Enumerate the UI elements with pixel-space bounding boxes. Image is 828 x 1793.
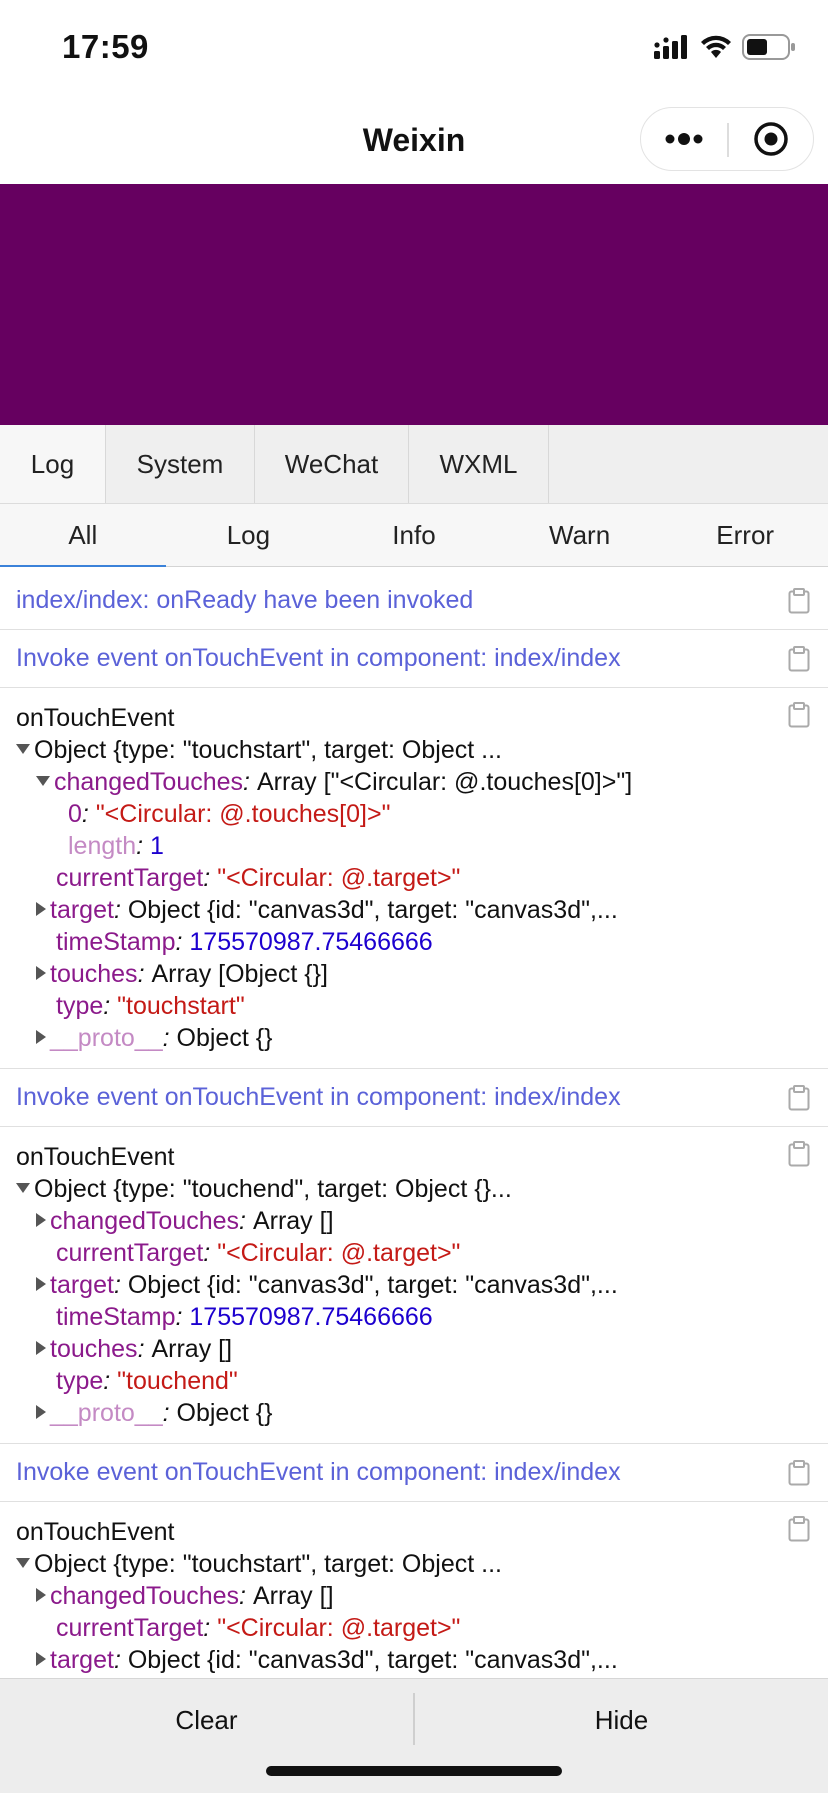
filter-all[interactable]: All bbox=[0, 504, 166, 567]
object-summary[interactable]: Object {type: "touchstart", target: Obje… bbox=[16, 734, 828, 766]
prop-index-0: 0: "<Circular: @.touches[0]>" bbox=[68, 800, 391, 828]
prop-touches[interactable]: touches: Array [] bbox=[16, 1333, 828, 1365]
prop-touches[interactable]: touches: Array [Object {}] bbox=[16, 958, 828, 990]
clipboard-icon[interactable] bbox=[788, 1460, 810, 1486]
prop-changed-touches[interactable]: changedTouches: Array [] bbox=[16, 1580, 828, 1612]
more-dots-icon bbox=[665, 133, 703, 145]
battery-icon bbox=[742, 34, 795, 60]
console-tab-bar: Log System WeChat WXML bbox=[0, 425, 828, 504]
prop-target[interactable]: target: Object {id: "canvas3d", target: … bbox=[16, 1269, 828, 1301]
status-icons bbox=[654, 34, 796, 60]
status-time: 17:59 bbox=[62, 28, 149, 65]
tab-log[interactable]: Log bbox=[0, 425, 106, 503]
prop-timestamp: timeStamp: 175570987.75466666 bbox=[56, 928, 433, 956]
object-summary[interactable]: Object {type: "touchend", target: Object… bbox=[16, 1173, 828, 1205]
tab-system[interactable]: System bbox=[106, 425, 255, 503]
tab-wechat[interactable]: WeChat bbox=[255, 425, 409, 503]
clipboard-icon[interactable] bbox=[788, 1085, 810, 1111]
close-miniprogram-button[interactable] bbox=[729, 108, 813, 170]
clipboard-icon[interactable] bbox=[788, 646, 810, 672]
home-indicator bbox=[266, 1766, 562, 1776]
prop-current-target: currentTarget: "<Circular: @.target>" bbox=[56, 1239, 461, 1267]
log-row-object: onTouchEvent Object {type: "touchstart",… bbox=[0, 1502, 828, 1678]
prop-target[interactable]: target: Object {id: "canvas3d", target: … bbox=[16, 1644, 828, 1676]
log-text: Invoke event onTouchEvent in component: … bbox=[16, 1083, 621, 1111]
prop-type: type: "touchstart" bbox=[56, 992, 245, 1020]
log-text: index/index: onReady have been invoked bbox=[16, 586, 474, 614]
collapsed-arrow-icon bbox=[36, 1405, 46, 1420]
expanded-arrow-icon bbox=[16, 1183, 30, 1194]
object-summary[interactable]: Object {type: "touchstart", target: Obje… bbox=[16, 1548, 828, 1580]
expanded-arrow-icon bbox=[16, 744, 30, 755]
collapsed-arrow-icon bbox=[36, 1213, 46, 1228]
clear-button[interactable]: Clear bbox=[0, 1679, 413, 1761]
prop-current-target: currentTarget: "<Circular: @.target>" bbox=[56, 1614, 461, 1642]
log-title: onTouchEvent bbox=[16, 1518, 175, 1546]
tab-wxml[interactable]: WXML bbox=[409, 425, 549, 503]
prop-timestamp: timeStamp: 175570987.75466666 bbox=[56, 1303, 433, 1331]
more-button[interactable] bbox=[641, 108, 727, 170]
collapsed-arrow-icon bbox=[36, 902, 46, 917]
hide-button[interactable]: Hide bbox=[415, 1679, 828, 1761]
log-row: Invoke event onTouchEvent in component: … bbox=[0, 630, 828, 688]
collapsed-arrow-icon bbox=[36, 1277, 46, 1292]
prop-type: type: "touchend" bbox=[56, 1367, 238, 1395]
log-row-object: onTouchEvent Object {type: "touchend", t… bbox=[0, 1127, 828, 1444]
log-row: index/index: onReady have been invoked bbox=[0, 572, 828, 630]
collapsed-arrow-icon bbox=[36, 1030, 46, 1045]
log-row: Invoke event onTouchEvent in component: … bbox=[0, 1444, 828, 1502]
collapsed-arrow-icon bbox=[36, 1341, 46, 1356]
collapsed-arrow-icon bbox=[36, 1588, 46, 1603]
prop-changed-touches[interactable]: changedTouches: Array [] bbox=[16, 1205, 828, 1237]
log-text: Invoke event onTouchEvent in component: … bbox=[16, 1458, 621, 1486]
log-title: onTouchEvent bbox=[16, 704, 175, 732]
wifi-icon bbox=[701, 35, 731, 58]
prop-target[interactable]: target: Object {id: "canvas3d", target: … bbox=[16, 894, 828, 926]
log-filter-bar: All Log Info Warn Error bbox=[0, 504, 828, 567]
target-circle-icon bbox=[754, 122, 788, 156]
prop-current-target: currentTarget: "<Circular: @.target>" bbox=[56, 864, 461, 892]
signal-icon bbox=[654, 35, 687, 59]
filter-warn[interactable]: Warn bbox=[497, 504, 663, 566]
prop-proto[interactable]: __proto__: Object {} bbox=[16, 1397, 828, 1429]
log-text: Invoke event onTouchEvent in component: … bbox=[16, 644, 621, 672]
menu-capsule bbox=[640, 107, 814, 171]
collapsed-arrow-icon bbox=[36, 1652, 46, 1667]
log-title: onTouchEvent bbox=[16, 1143, 175, 1171]
clipboard-icon[interactable] bbox=[788, 588, 810, 614]
canvas3d[interactable] bbox=[0, 184, 828, 425]
status-bar: 17:59 bbox=[0, 0, 828, 100]
prop-proto[interactable]: __proto__: Object {} bbox=[16, 1022, 828, 1054]
prop-changed-touches[interactable]: changedTouches: Array ["<Circular: @.tou… bbox=[16, 766, 828, 798]
console-log-list[interactable]: index/index: onReady have been invoked I… bbox=[0, 572, 828, 1678]
filter-info[interactable]: Info bbox=[331, 504, 497, 566]
expanded-arrow-icon bbox=[36, 776, 50, 787]
filter-log[interactable]: Log bbox=[166, 504, 332, 566]
expanded-arrow-icon bbox=[16, 1558, 30, 1569]
filter-error[interactable]: Error bbox=[662, 504, 828, 566]
log-row-object: onTouchEvent Object {type: "touchstart",… bbox=[0, 688, 828, 1069]
log-row: Invoke event onTouchEvent in component: … bbox=[0, 1069, 828, 1127]
prop-length: length: 1 bbox=[68, 832, 164, 860]
collapsed-arrow-icon bbox=[36, 966, 46, 981]
